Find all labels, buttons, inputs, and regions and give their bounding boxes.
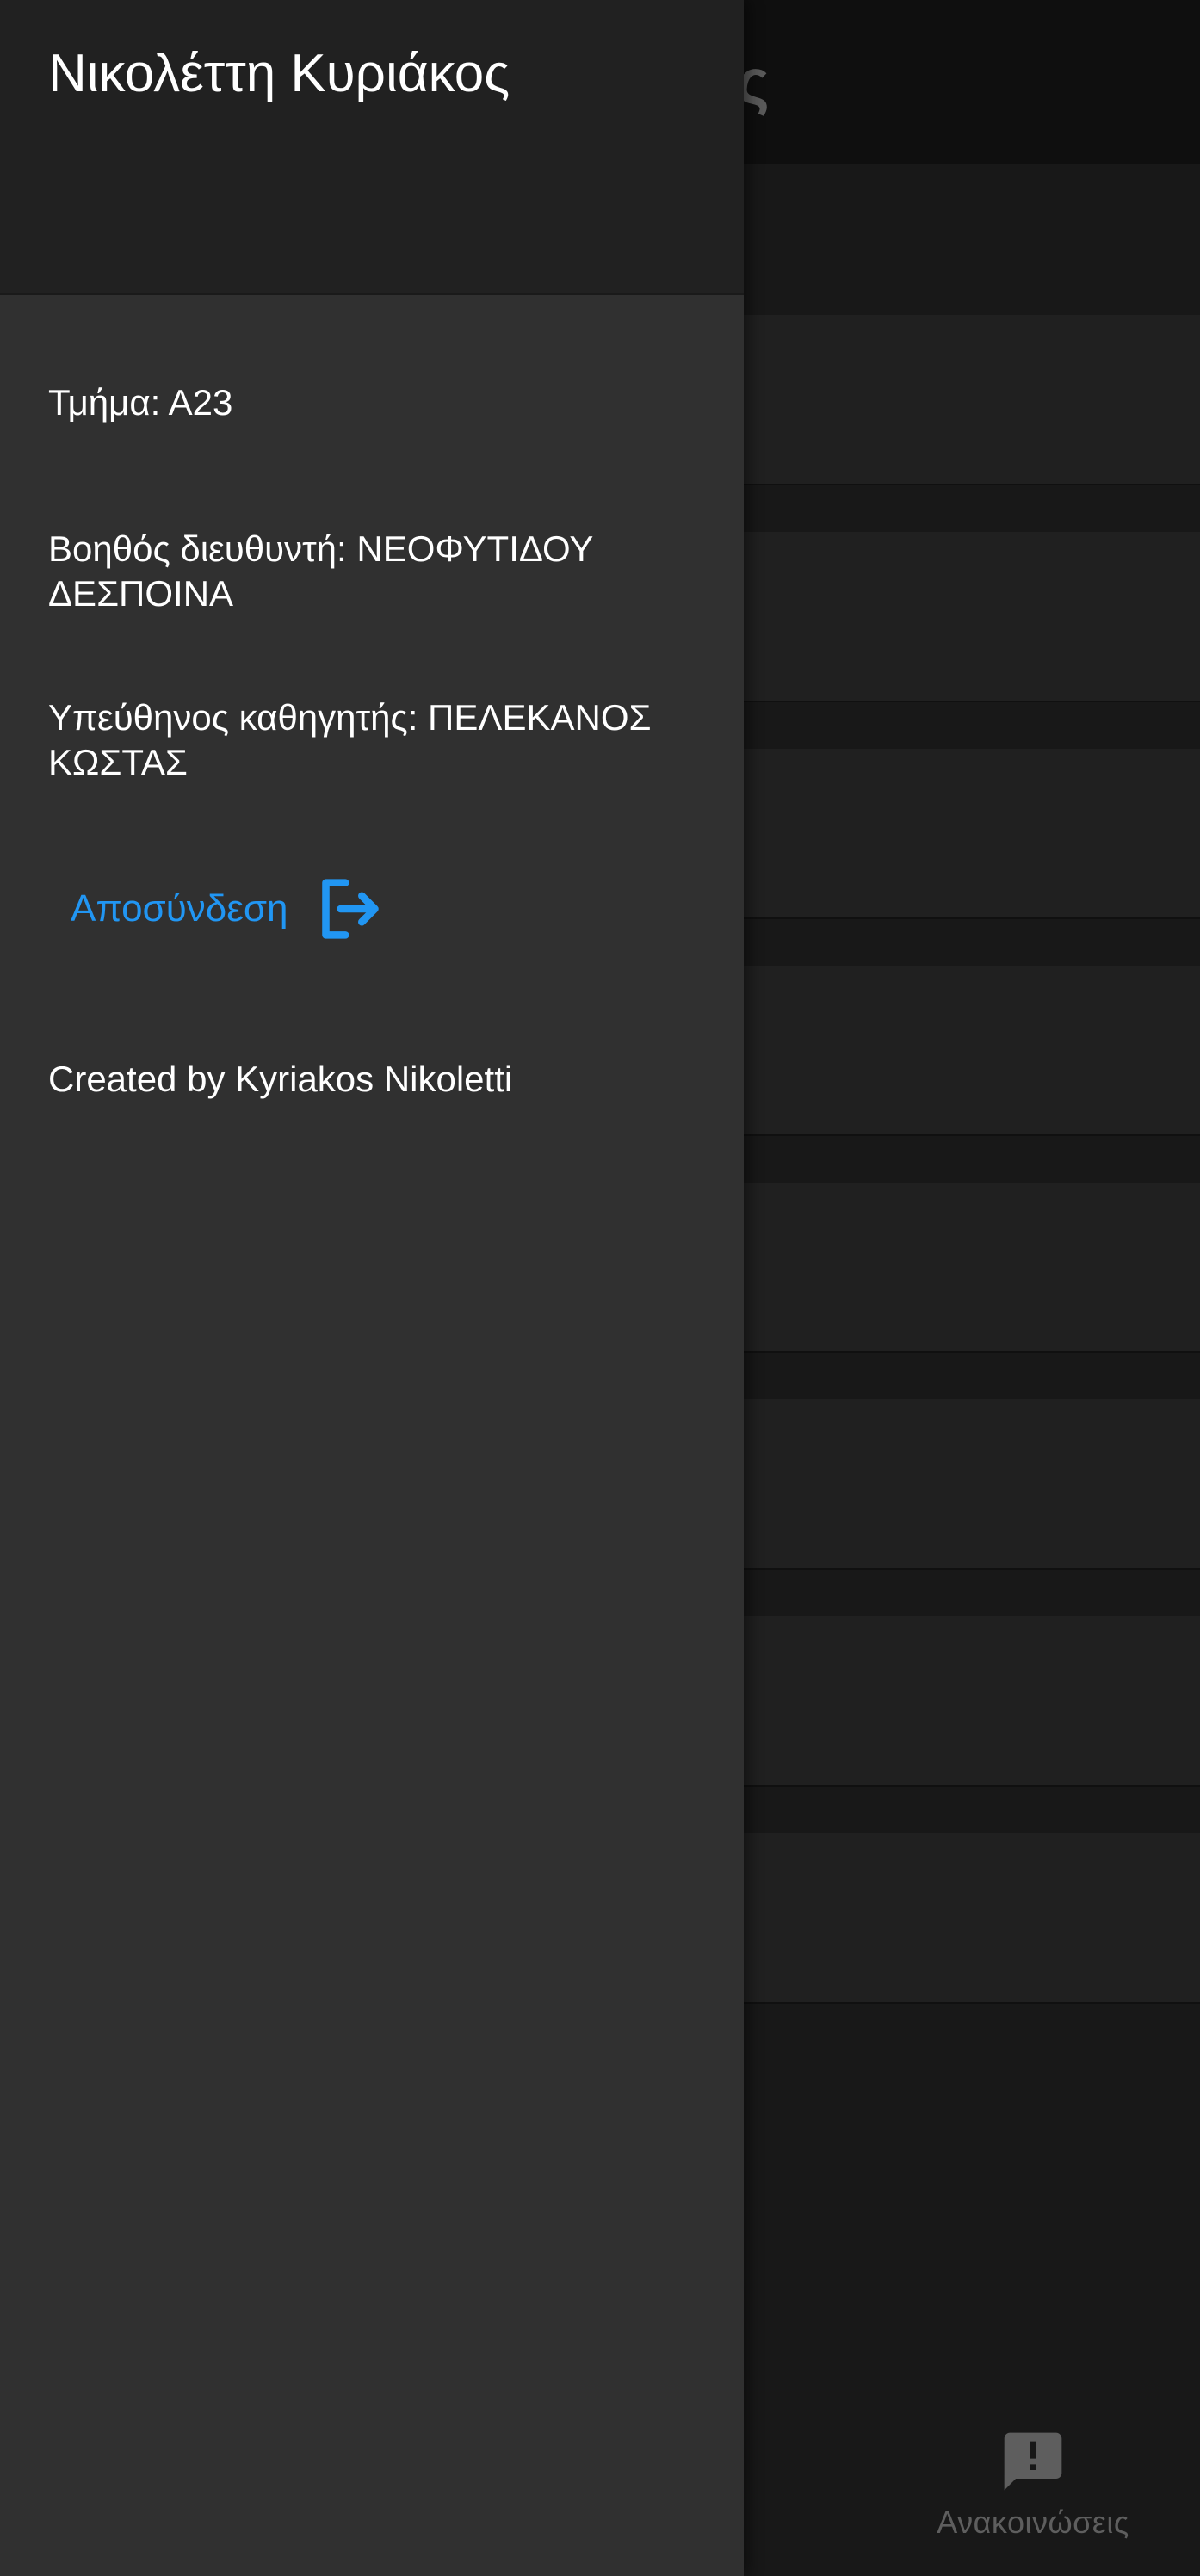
screen: ος ι Ανακοινώσεις Νικολέττη Κυριάκος Τμή…: [0, 0, 1200, 2576]
logout-label: Αποσύνδεση: [71, 887, 288, 930]
logout-icon: [321, 879, 379, 939]
bottom-nav-announcements[interactable]: Ανακοινώσεις: [912, 2427, 1154, 2573]
user-name: Νικολέττη Κυριάκος: [48, 44, 510, 103]
department-info: Τμήμα: Α23: [48, 382, 233, 423]
assistant-director-info: Βοηθός διευθυντή: ΝΕΟΦΥΤΙΔΟΥ ΔΕΣΠΟΙΝΑ: [48, 528, 593, 614]
credits-text: Created by Kyriakos Nikoletti: [48, 1059, 513, 1099]
bottom-nav-label: Ανακοινώσεις: [937, 2505, 1129, 2540]
announcement-icon: [1004, 2432, 1062, 2491]
logout-button[interactable]: Αποσύνδεση: [71, 874, 383, 943]
drawer-header: Νικολέττη Κυριάκος: [0, 0, 744, 295]
navigation-drawer: Νικολέττη Κυριάκος Τμήμα: Α23 Βοηθός διε…: [0, 0, 744, 2576]
responsible-teacher-info: Υπεύθηνος καθηγητής: ΠΕΛΕΚΑΝΟΣ ΚΩΣΤΑΣ: [48, 697, 652, 782]
